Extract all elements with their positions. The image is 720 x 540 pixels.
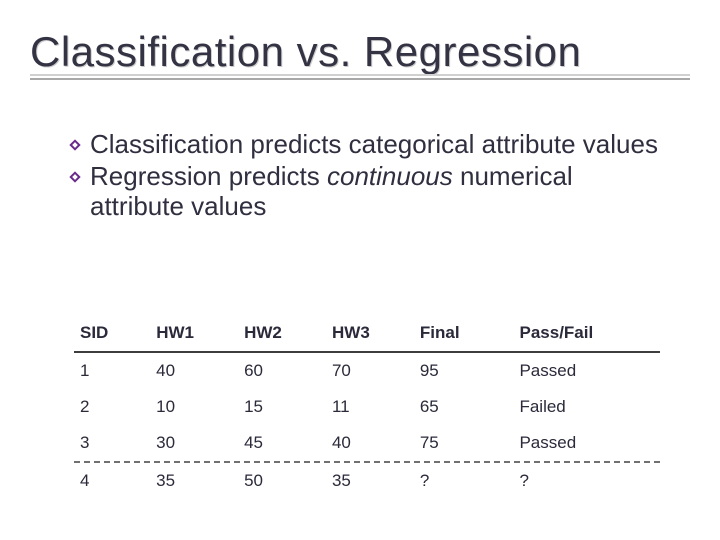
cell: 1 — [74, 353, 150, 389]
table-body: 1 40 60 70 95 Passed 2 10 15 11 65 Faile… — [74, 353, 660, 461]
cell: 30 — [150, 425, 238, 461]
table-row: 3 30 45 40 75 Passed — [74, 425, 660, 461]
bullet-diamond-icon — [68, 170, 82, 184]
col-header: SID — [74, 315, 150, 351]
cell: Passed — [513, 425, 660, 461]
table: SID HW1 HW2 HW3 Final Pass/Fail — [74, 315, 660, 351]
bullet-diamond-icon — [68, 138, 82, 152]
cell: 65 — [414, 389, 514, 425]
title-divider-hint — [30, 74, 690, 76]
cell: 3 — [74, 425, 150, 461]
cell: Failed — [513, 389, 660, 425]
cell: 75 — [414, 425, 514, 461]
title-block: Classification vs. Regression — [30, 28, 690, 80]
data-table: SID HW1 HW2 HW3 Final Pass/Fail 1 40 60 … — [74, 315, 660, 499]
cell: 60 — [238, 353, 326, 389]
bullet-text: Classification predicts categorical attr… — [90, 130, 658, 160]
col-header: Final — [414, 315, 514, 351]
table-head: SID HW1 HW2 HW3 Final Pass/Fail — [74, 315, 660, 351]
cell: Passed — [513, 353, 660, 389]
table-row: 4 35 50 35 ? ? — [74, 463, 660, 499]
bullet-item: Regression predicts continuous numerical… — [68, 162, 670, 222]
cell: 35 — [326, 463, 414, 499]
bullet-text: Regression predicts continuous numerical… — [90, 162, 670, 222]
col-header: HW3 — [326, 315, 414, 351]
table-header-row: SID HW1 HW2 HW3 Final Pass/Fail — [74, 315, 660, 351]
body: Classification predicts categorical attr… — [68, 130, 670, 224]
col-header: HW2 — [238, 315, 326, 351]
cell: 70 — [326, 353, 414, 389]
cell: 95 — [414, 353, 514, 389]
table-row: 2 10 15 11 65 Failed — [74, 389, 660, 425]
cell: 35 — [150, 463, 238, 499]
bullet-text-pre: Classification predicts categorical attr… — [90, 129, 658, 159]
cell: 4 — [74, 463, 150, 499]
col-header: HW1 — [150, 315, 238, 351]
cell: 11 — [326, 389, 414, 425]
cell: 40 — [150, 353, 238, 389]
cell: 40 — [326, 425, 414, 461]
bullet-text-pre: Regression predicts — [90, 161, 327, 191]
cell: 50 — [238, 463, 326, 499]
slide-title: Classification vs. Regression — [30, 28, 690, 76]
cell: ? — [513, 463, 660, 499]
cell: 10 — [150, 389, 238, 425]
bullet-text-em: continuous — [327, 161, 453, 191]
cell: 15 — [238, 389, 326, 425]
cell: ? — [414, 463, 514, 499]
slide: Classification vs. Regression Classifica… — [0, 0, 720, 540]
cell: 45 — [238, 425, 326, 461]
cell: 2 — [74, 389, 150, 425]
table-predict: 4 35 50 35 ? ? — [74, 463, 660, 499]
table-row: 1 40 60 70 95 Passed — [74, 353, 660, 389]
col-header: Pass/Fail — [514, 315, 661, 351]
bullet-item: Classification predicts categorical attr… — [68, 130, 670, 160]
